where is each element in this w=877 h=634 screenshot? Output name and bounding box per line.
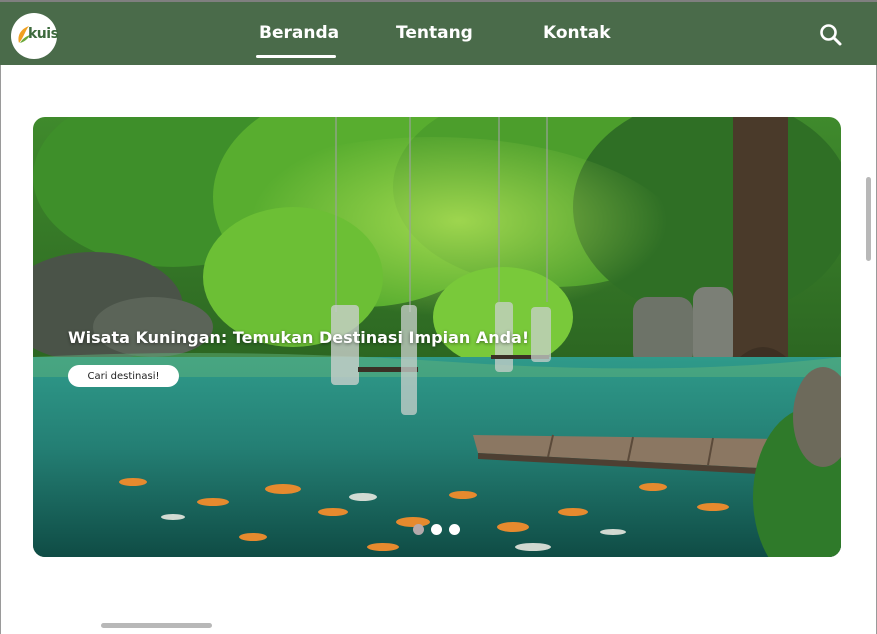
top-navbar: kuis Beranda Tentang Kontak: [0, 0, 877, 65]
brand-logo[interactable]: kuis: [11, 13, 59, 59]
vertical-scrollbar[interactable]: [866, 177, 871, 261]
carousel-indicators: [413, 524, 460, 536]
search-destination-button[interactable]: Cari destinasi!: [68, 365, 179, 387]
search-icon: [820, 24, 842, 46]
search-button[interactable]: [818, 22, 844, 48]
active-nav-indicator: [256, 55, 336, 58]
nav-link-beranda[interactable]: Beranda: [259, 23, 339, 43]
carousel-dot-3[interactable]: [449, 524, 460, 535]
horizontal-scrollbar[interactable]: [101, 623, 212, 628]
carousel-dot-1[interactable]: [413, 524, 424, 535]
hero-title: Wisata Kuningan: Temukan Destinasi Impia…: [68, 328, 530, 347]
brand-logo-text: kuis: [28, 26, 59, 42]
carousel-dot-2[interactable]: [431, 524, 442, 535]
nav-link-kontak[interactable]: Kontak: [543, 23, 611, 43]
nav-link-tentang[interactable]: Tentang: [396, 23, 473, 43]
hero-carousel: Wisata Kuningan: Temukan Destinasi Impia…: [33, 117, 841, 557]
